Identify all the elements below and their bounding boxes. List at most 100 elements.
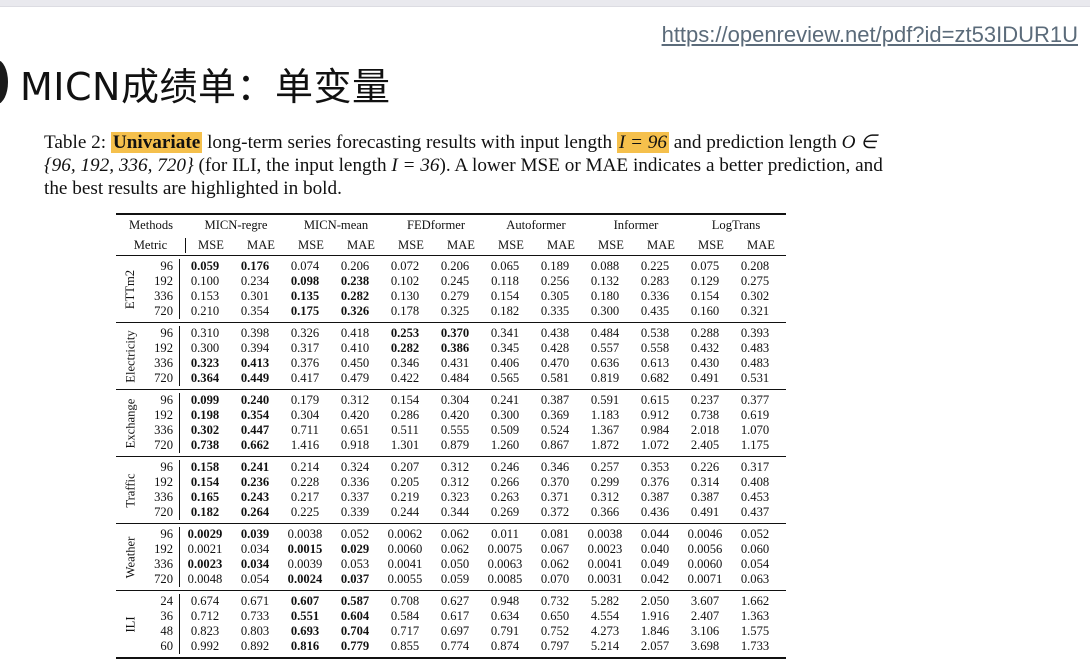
value-cell: 0.029 [340, 542, 370, 556]
value-cell: 0.300 [190, 341, 220, 355]
value-cell: 0.264 [240, 505, 270, 519]
value-cell: 0.256 [540, 274, 570, 288]
value-cell: 0.158 [190, 460, 220, 474]
value-cell: 0.337 [340, 490, 370, 504]
value-cells: 0.182 0.264 0.225 0.339 0.244 0.344 0.269 0.372… [180, 505, 780, 520]
dataset-label: Electricity [116, 323, 146, 389]
value-cell: 0.178 [390, 304, 420, 318]
value-cell: 0.437 [740, 505, 770, 519]
value-cell: 0.418 [340, 326, 370, 340]
value-cell: 0.387 [690, 490, 720, 504]
table-row: 336 0.0023 0.034 0.0039 0.053 0.0041 0.050 0.00… [146, 557, 780, 572]
value-cell: 0.697 [440, 624, 470, 638]
value-cell: 4.273 [590, 624, 620, 638]
table-bottom-rule [116, 657, 786, 659]
horizon-cell: 192 [146, 542, 180, 557]
metric-name: MAE [247, 237, 275, 252]
value-cells: 0.823 0.803 0.693 0.704 0.717 0.697 0.791 0.752… [180, 624, 780, 639]
value-cell: 0.075 [690, 259, 720, 273]
value-cell: 0.370 [540, 475, 570, 489]
metric-name: MAE [547, 237, 575, 252]
value-cell: 0.206 [340, 259, 370, 273]
value-cell: 0.299 [590, 475, 620, 489]
value-cell: 0.217 [290, 490, 320, 504]
horizon-cell: 48 [146, 624, 180, 639]
value-cell: 0.283 [640, 274, 670, 288]
value-cell: 0.072 [390, 259, 420, 273]
value-cell: 1.301 [390, 438, 420, 452]
value-cell: 1.260 [490, 438, 520, 452]
value-cell: 0.855 [390, 639, 420, 653]
dataset-rows: 96 0.0029 0.039 0.0038 0.052 0.0062 0.062 0.011… [146, 524, 780, 590]
value-cell: 0.0062 [387, 527, 423, 541]
value-cell: 1.872 [590, 438, 620, 452]
value-cell: 0.607 [290, 594, 320, 608]
value-cell: 0.317 [740, 460, 770, 474]
value-cell: 0.376 [640, 475, 670, 489]
value-cell: 0.551 [290, 609, 320, 623]
value-cell: 0.054 [740, 557, 770, 571]
value-cell: 0.067 [540, 542, 570, 556]
value-cell: 0.286 [390, 408, 420, 422]
value-cell: 0.671 [240, 594, 270, 608]
value-cell: 0.738 [190, 438, 220, 452]
value-cell: 0.420 [340, 408, 370, 422]
value-cell: 0.207 [390, 460, 420, 474]
value-cell: 0.341 [490, 326, 520, 340]
dataset-rows: 96 0.158 0.241 0.214 0.324 0.207 0.312 0.246 0.3… [146, 457, 780, 523]
value-cell: 0.243 [240, 490, 270, 504]
value-cells: 0.992 0.892 0.816 0.779 0.855 0.774 0.874 0.797… [180, 639, 780, 654]
value-cell: 0.387 [540, 393, 570, 407]
value-cell: 1.733 [740, 639, 770, 653]
value-cells: 0.099 0.240 0.179 0.312 0.154 0.304 0.241 0.387… [180, 393, 780, 408]
value-cell: 0.558 [640, 341, 670, 355]
table-row: 720 0.182 0.264 0.225 0.339 0.244 0.344 0.269 0.… [146, 505, 780, 520]
value-cell: 0.234 [240, 274, 270, 288]
value-cell: 1.916 [640, 609, 670, 623]
value-cell: 0.189 [540, 259, 570, 273]
method-name: LogTrans [711, 217, 761, 232]
value-cell: 0.591 [590, 393, 620, 407]
value-cells: 0.674 0.671 0.607 0.587 0.708 0.627 0.948 0.732… [180, 594, 780, 609]
value-cell: 0.370 [440, 326, 470, 340]
value-cell: 0.0048 [187, 572, 223, 586]
value-cell: 0.346 [390, 356, 420, 370]
value-cell: 0.0085 [487, 572, 523, 586]
value-cell: 0.892 [240, 639, 270, 653]
value-cell: 0.225 [640, 259, 670, 273]
horizon-cell: 96 [146, 460, 180, 475]
value-cell: 0.099 [190, 393, 220, 407]
value-cell: 0.088 [590, 259, 620, 273]
value-cell: 0.063 [740, 572, 770, 586]
value-cells: 0.158 0.241 0.214 0.324 0.207 0.312 0.246 0.346… [180, 460, 780, 475]
value-cell: 0.052 [740, 527, 770, 541]
value-cell: 0.070 [540, 572, 570, 586]
value-cell: 0.387 [640, 490, 670, 504]
value-cell: 0.948 [490, 594, 520, 608]
metric-name: MAE [347, 237, 375, 252]
value-cell: 2.050 [640, 594, 670, 608]
value-cell: 0.312 [440, 460, 470, 474]
value-cell: 0.165 [190, 490, 220, 504]
value-cell: 0.377 [740, 393, 770, 407]
value-cell: 0.0056 [687, 542, 723, 556]
value-cell: 0.491 [690, 505, 720, 519]
value-cell: 0.245 [440, 274, 470, 288]
value-cell: 0.282 [390, 341, 420, 355]
value-cell: 0.430 [690, 356, 720, 370]
value-cell: 0.708 [390, 594, 420, 608]
value-cell: 0.565 [490, 371, 520, 385]
source-url-link[interactable]: https://openreview.net/pdf?id=zt53IDUR1U [662, 22, 1078, 48]
value-cell: 0.135 [290, 289, 320, 303]
value-cell: 0.484 [590, 326, 620, 340]
value-cell: 0.317 [290, 341, 320, 355]
value-cells: 0.712 0.733 0.551 0.604 0.584 0.617 0.634 0.650… [180, 609, 780, 624]
horizon-cell: 96 [146, 259, 180, 274]
metric-name: MAE [747, 237, 775, 252]
value-cell: 0.479 [340, 371, 370, 385]
value-cell: 0.130 [390, 289, 420, 303]
slide-title: MICN成绩单：单变量 [20, 65, 391, 109]
value-cell: 0.237 [690, 393, 720, 407]
value-cells: 0.364 0.449 0.417 0.479 0.422 0.484 0.565 0.581… [180, 371, 780, 386]
value-cell: 0.225 [290, 505, 320, 519]
